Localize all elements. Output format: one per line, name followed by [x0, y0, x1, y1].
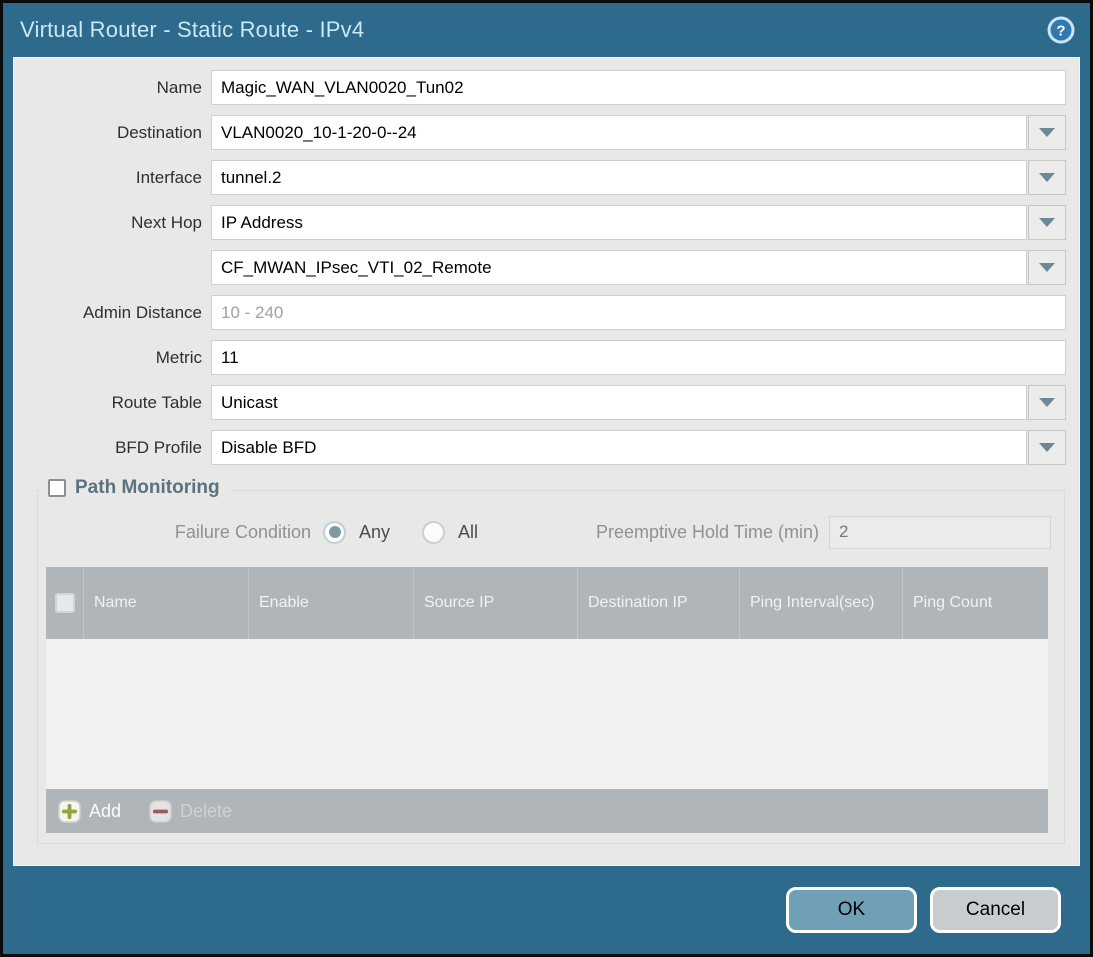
name-input[interactable]	[211, 70, 1066, 105]
metric-label: Metric	[21, 348, 211, 368]
all-option-label: All	[458, 522, 478, 543]
form-row-destination: Destination	[21, 115, 1066, 150]
form-row-interface: Interface	[21, 160, 1066, 195]
column-header-source-ip[interactable]: Source IP	[413, 567, 577, 639]
select-all-cell	[46, 567, 83, 639]
footer-bar: OK Cancel	[3, 866, 1090, 954]
dialog-title: Virtual Router - Static Route - IPv4	[20, 17, 1046, 43]
path-monitoring-title: Path Monitoring	[75, 477, 220, 499]
bfd-profile-label: BFD Profile	[21, 438, 211, 458]
minus-icon	[149, 800, 172, 823]
form-row-metric: Metric	[21, 340, 1066, 375]
interface-label: Interface	[21, 168, 211, 188]
bfd-profile-dropdown-button[interactable]	[1028, 430, 1066, 465]
name-label: Name	[21, 78, 211, 98]
any-option-label: Any	[359, 522, 390, 543]
add-button[interactable]: Add	[58, 800, 121, 823]
radio-selected-icon	[323, 521, 346, 544]
column-header-name[interactable]: Name	[83, 567, 248, 639]
table-header-row: Name Enable Source IP Destination IP Pin…	[46, 567, 1048, 639]
plus-icon	[58, 800, 81, 823]
chevron-down-icon	[1039, 263, 1055, 272]
preemptive-hold-time-input[interactable]	[829, 516, 1051, 549]
route-table-dropdown-button[interactable]	[1028, 385, 1066, 420]
failure-condition-row: Failure Condition Any All Preemptive Hol…	[43, 515, 1054, 549]
form-row-route-table: Route Table	[21, 385, 1066, 420]
radio-unselected-icon	[422, 521, 445, 544]
title-bar: Virtual Router - Static Route - IPv4 ?	[3, 3, 1090, 57]
svg-text:?: ?	[1056, 23, 1065, 40]
destination-dropdown-button[interactable]	[1028, 115, 1066, 150]
delete-button[interactable]: Delete	[149, 800, 232, 823]
path-monitoring-section: Path Monitoring Failure Condition Any Al…	[37, 490, 1065, 844]
chevron-down-icon	[1039, 128, 1055, 137]
column-header-enable[interactable]: Enable	[248, 567, 413, 639]
next-hop-type-dropdown-button[interactable]	[1028, 205, 1066, 240]
chevron-down-icon	[1039, 218, 1055, 227]
form-row-admin-distance: Admin Distance	[21, 295, 1066, 330]
failure-condition-any-option[interactable]: Any	[323, 521, 390, 544]
preemptive-hold-time-label: Preemptive Hold Time (min)	[596, 522, 829, 543]
next-hop-address-dropdown-button[interactable]	[1028, 250, 1066, 285]
path-monitoring-checkbox[interactable]	[48, 479, 66, 497]
chevron-down-icon	[1039, 443, 1055, 452]
path-monitoring-table: Name Enable Source IP Destination IP Pin…	[46, 567, 1048, 833]
destination-input[interactable]	[211, 115, 1027, 150]
form-row-next-hop: Next Hop	[21, 205, 1066, 240]
chevron-down-icon	[1039, 173, 1055, 182]
destination-label: Destination	[21, 123, 211, 143]
next-hop-label: Next Hop	[21, 213, 211, 233]
column-header-ping-count[interactable]: Ping Count	[902, 567, 1048, 639]
table-body-empty	[46, 639, 1048, 789]
table-toolbar: Add Delete	[46, 789, 1048, 833]
failure-condition-all-option[interactable]: All	[422, 521, 478, 544]
dialog-window: Virtual Router - Static Route - IPv4 ? N…	[0, 0, 1093, 957]
bfd-profile-input[interactable]	[211, 430, 1027, 465]
cancel-button[interactable]: Cancel	[930, 887, 1061, 933]
next-hop-type-input[interactable]	[211, 205, 1027, 240]
form-row-next-hop-address	[21, 250, 1066, 285]
column-header-ping-interval[interactable]: Ping Interval(sec)	[739, 567, 902, 639]
form-row-bfd-profile: BFD Profile	[21, 430, 1066, 465]
path-monitoring-legend: Path Monitoring	[42, 477, 232, 499]
metric-input[interactable]	[211, 340, 1066, 375]
route-table-input[interactable]	[211, 385, 1027, 420]
content-panel: Name Destination Interface Next Hop Admi…	[13, 57, 1080, 866]
column-header-destination-ip[interactable]: Destination IP	[577, 567, 739, 639]
select-all-checkbox[interactable]	[55, 593, 75, 613]
interface-dropdown-button[interactable]	[1028, 160, 1066, 195]
route-table-label: Route Table	[21, 393, 211, 413]
ok-button[interactable]: OK	[786, 887, 917, 933]
next-hop-address-input[interactable]	[211, 250, 1027, 285]
delete-button-label: Delete	[180, 801, 232, 822]
admin-distance-label: Admin Distance	[21, 303, 211, 323]
help-icon[interactable]: ?	[1046, 15, 1076, 45]
chevron-down-icon	[1039, 398, 1055, 407]
failure-condition-label: Failure Condition	[43, 522, 323, 543]
admin-distance-input[interactable]	[211, 295, 1066, 330]
add-button-label: Add	[89, 801, 121, 822]
form-row-name: Name	[21, 70, 1066, 105]
interface-input[interactable]	[211, 160, 1027, 195]
